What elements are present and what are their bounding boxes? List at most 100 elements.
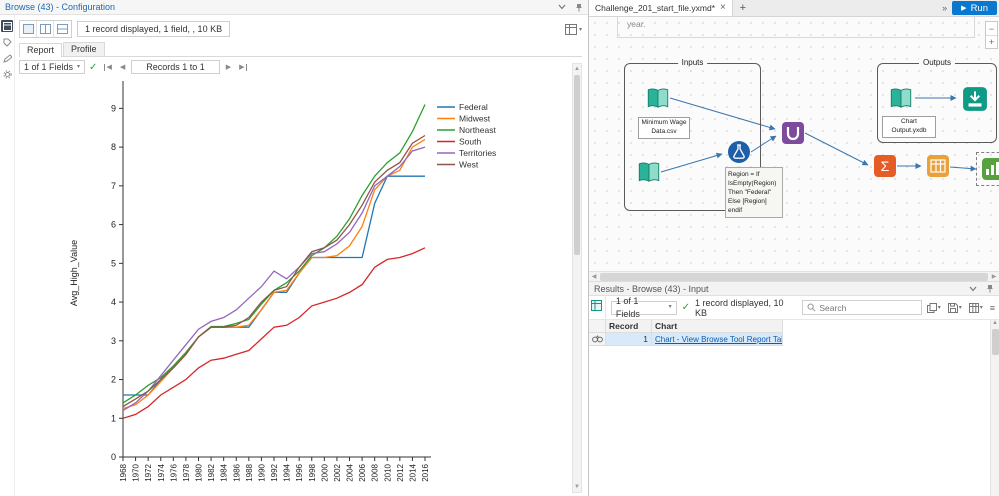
book-icon: [890, 88, 912, 108]
scrollbar-thumb[interactable]: [991, 329, 999, 355]
svg-text:1996: 1996: [295, 463, 304, 481]
flask-icon: [728, 141, 750, 163]
report-vertical-scrollbar[interactable]: ▲ ▼: [572, 63, 582, 493]
svg-text:Northeast: Northeast: [459, 125, 496, 135]
view-split-vertical-icon[interactable]: [37, 21, 54, 37]
results-record-summary: 1 record displayed, 10 KB: [694, 297, 784, 318]
results-vertical-scrollbar[interactable]: ▲: [990, 320, 999, 496]
view-split-horizontal-icon[interactable]: [54, 21, 71, 37]
scrollbar-thumb[interactable]: [600, 272, 988, 281]
tab-report[interactable]: Report: [19, 43, 63, 57]
output-data-tool[interactable]: [962, 86, 988, 112]
zoom-in-button[interactable]: +: [986, 35, 997, 48]
pin-icon[interactable]: [575, 3, 583, 12]
scroll-up-icon[interactable]: ▲: [573, 64, 581, 74]
gutter-header-cell: [589, 320, 606, 333]
formula-annotation[interactable]: Region = If IsEmpty(Region) Then "Federa…: [725, 167, 783, 219]
table-tool[interactable]: [926, 154, 950, 178]
copy-button[interactable]: ▾: [926, 302, 941, 313]
results-toolbar: 1 of 1 Fields ▾ ✓ 1 record displayed, 10…: [589, 296, 999, 320]
workflow-tab[interactable]: Challenge_201_start_file.yxmd* ×: [589, 0, 733, 16]
svg-text:2000: 2000: [320, 463, 329, 481]
svg-text:Avg_High_Value: Avg_High_Value: [69, 240, 79, 306]
scrollbar-thumb[interactable]: [574, 75, 580, 255]
data-quality-check-icon: ✓: [681, 302, 690, 313]
pencil-icon[interactable]: [1, 52, 13, 64]
svg-text:7: 7: [111, 181, 116, 191]
scroll-up-icon[interactable]: ▲: [992, 320, 998, 329]
tag-icon[interactable]: [1, 36, 13, 48]
search-input[interactable]: [819, 302, 910, 313]
table-options-icon[interactable]: [564, 23, 577, 35]
menu-icon[interactable]: ≡: [990, 303, 995, 313]
chart-cell[interactable]: Chart - View Browse Tool Report Tab: [652, 333, 783, 346]
workflow-canvas[interactable]: year. − + Inputs Minimum Wage Data.csv R…: [589, 17, 999, 272]
minimum-wage-line-chart: 01234567891968 1970 1972 1974 1976 1978 1980 19…: [69, 81, 496, 482]
sigma-icon: Σ: [874, 155, 896, 177]
canvas-horizontal-scrollbar[interactable]: ◀ ▶: [589, 272, 999, 282]
gear-icon[interactable]: [1, 68, 13, 80]
svg-text:6: 6: [111, 220, 116, 230]
svg-text:2016: 2016: [421, 463, 430, 481]
table-row[interactable]: 1 Chart - View Browse Tool Report Tab: [589, 333, 999, 346]
zoom-out-button[interactable]: −: [986, 22, 997, 35]
output-file-annotation[interactable]: Chart Output.yxdb: [882, 116, 936, 138]
results-search-box[interactable]: [802, 300, 922, 315]
bar-chart-icon: [982, 158, 999, 180]
workflow-tab-bar: Challenge_201_start_file.yxmd* × + » ▶ R…: [589, 0, 999, 17]
svg-text:2: 2: [111, 375, 116, 385]
new-workflow-tab-button[interactable]: +: [733, 0, 753, 16]
play-icon: ▶: [961, 5, 967, 12]
svg-text:8: 8: [111, 142, 116, 152]
input-data-tool-1[interactable]: [645, 86, 671, 112]
svg-text:2006: 2006: [358, 463, 367, 481]
browse-toolbar: 1 record displayed, 1 field, , 10 KB ▾: [19, 19, 582, 39]
union-tool[interactable]: [781, 121, 805, 145]
svg-text:South: South: [459, 137, 481, 147]
svg-text:9: 9: [111, 103, 116, 113]
formula-tool[interactable]: [727, 140, 751, 164]
svg-text:West: West: [459, 160, 479, 170]
results-fields-dropdown[interactable]: 1 of 1 Fields ▾: [610, 296, 677, 319]
view-report-tab-link[interactable]: Chart - View Browse Tool Report Tab: [655, 335, 782, 344]
zoom-widget: − +: [985, 21, 998, 49]
monitor-icon[interactable]: [1, 20, 13, 32]
svg-text:1984: 1984: [220, 463, 229, 481]
scroll-right-icon[interactable]: ▶: [989, 273, 999, 280]
output-reference-tool[interactable]: [888, 86, 914, 112]
table-view-button[interactable]: ▾: [968, 302, 983, 313]
binoculars-icon[interactable]: [591, 335, 603, 343]
comment-text: year.: [627, 19, 646, 29]
browse-tabs: Report Profile: [19, 42, 582, 57]
data-view-icon[interactable]: [591, 300, 603, 311]
caret-down-icon[interactable]: ▾: [579, 26, 582, 33]
input-data-tool-2[interactable]: [636, 160, 662, 186]
record-cell[interactable]: 1: [606, 333, 652, 346]
view-single-pane-icon[interactable]: [20, 21, 37, 37]
comment-box[interactable]: year.: [617, 17, 975, 38]
pin-icon[interactable]: [986, 284, 994, 293]
configuration-panel-header: Browse (43) - Configuration: [0, 0, 588, 15]
svg-text:4: 4: [111, 297, 116, 307]
tab-profile[interactable]: Profile: [63, 42, 105, 56]
input-file-annotation[interactable]: Minimum Wage Data.csv: [638, 117, 690, 139]
summarize-tool[interactable]: Σ: [873, 154, 897, 178]
scroll-down-icon[interactable]: ▼: [573, 482, 581, 492]
outputs-container[interactable]: Outputs Chart Output.yxdb: [877, 58, 997, 143]
svg-text:1982: 1982: [207, 463, 216, 481]
union-icon: [782, 122, 804, 144]
chevron-down-icon[interactable]: [558, 4, 566, 10]
run-button[interactable]: ▶ Run: [952, 1, 997, 15]
chevron-down-icon[interactable]: [969, 286, 977, 292]
scroll-left-icon[interactable]: ◀: [589, 273, 599, 280]
close-icon[interactable]: ×: [720, 3, 726, 13]
interactive-chart-tool[interactable]: [981, 157, 999, 181]
column-header-record[interactable]: Record: [606, 320, 652, 333]
copy-icon: [926, 302, 937, 313]
browse-report-area: 1 record displayed, 1 field, , 10 KB ▾ R…: [15, 15, 588, 496]
save-button[interactable]: ▾: [947, 302, 962, 313]
tab-overflow-icon[interactable]: »: [937, 0, 952, 16]
column-header-chart[interactable]: Chart: [652, 320, 783, 333]
search-icon: [807, 303, 816, 312]
results-table-header: Record Chart: [589, 320, 999, 333]
